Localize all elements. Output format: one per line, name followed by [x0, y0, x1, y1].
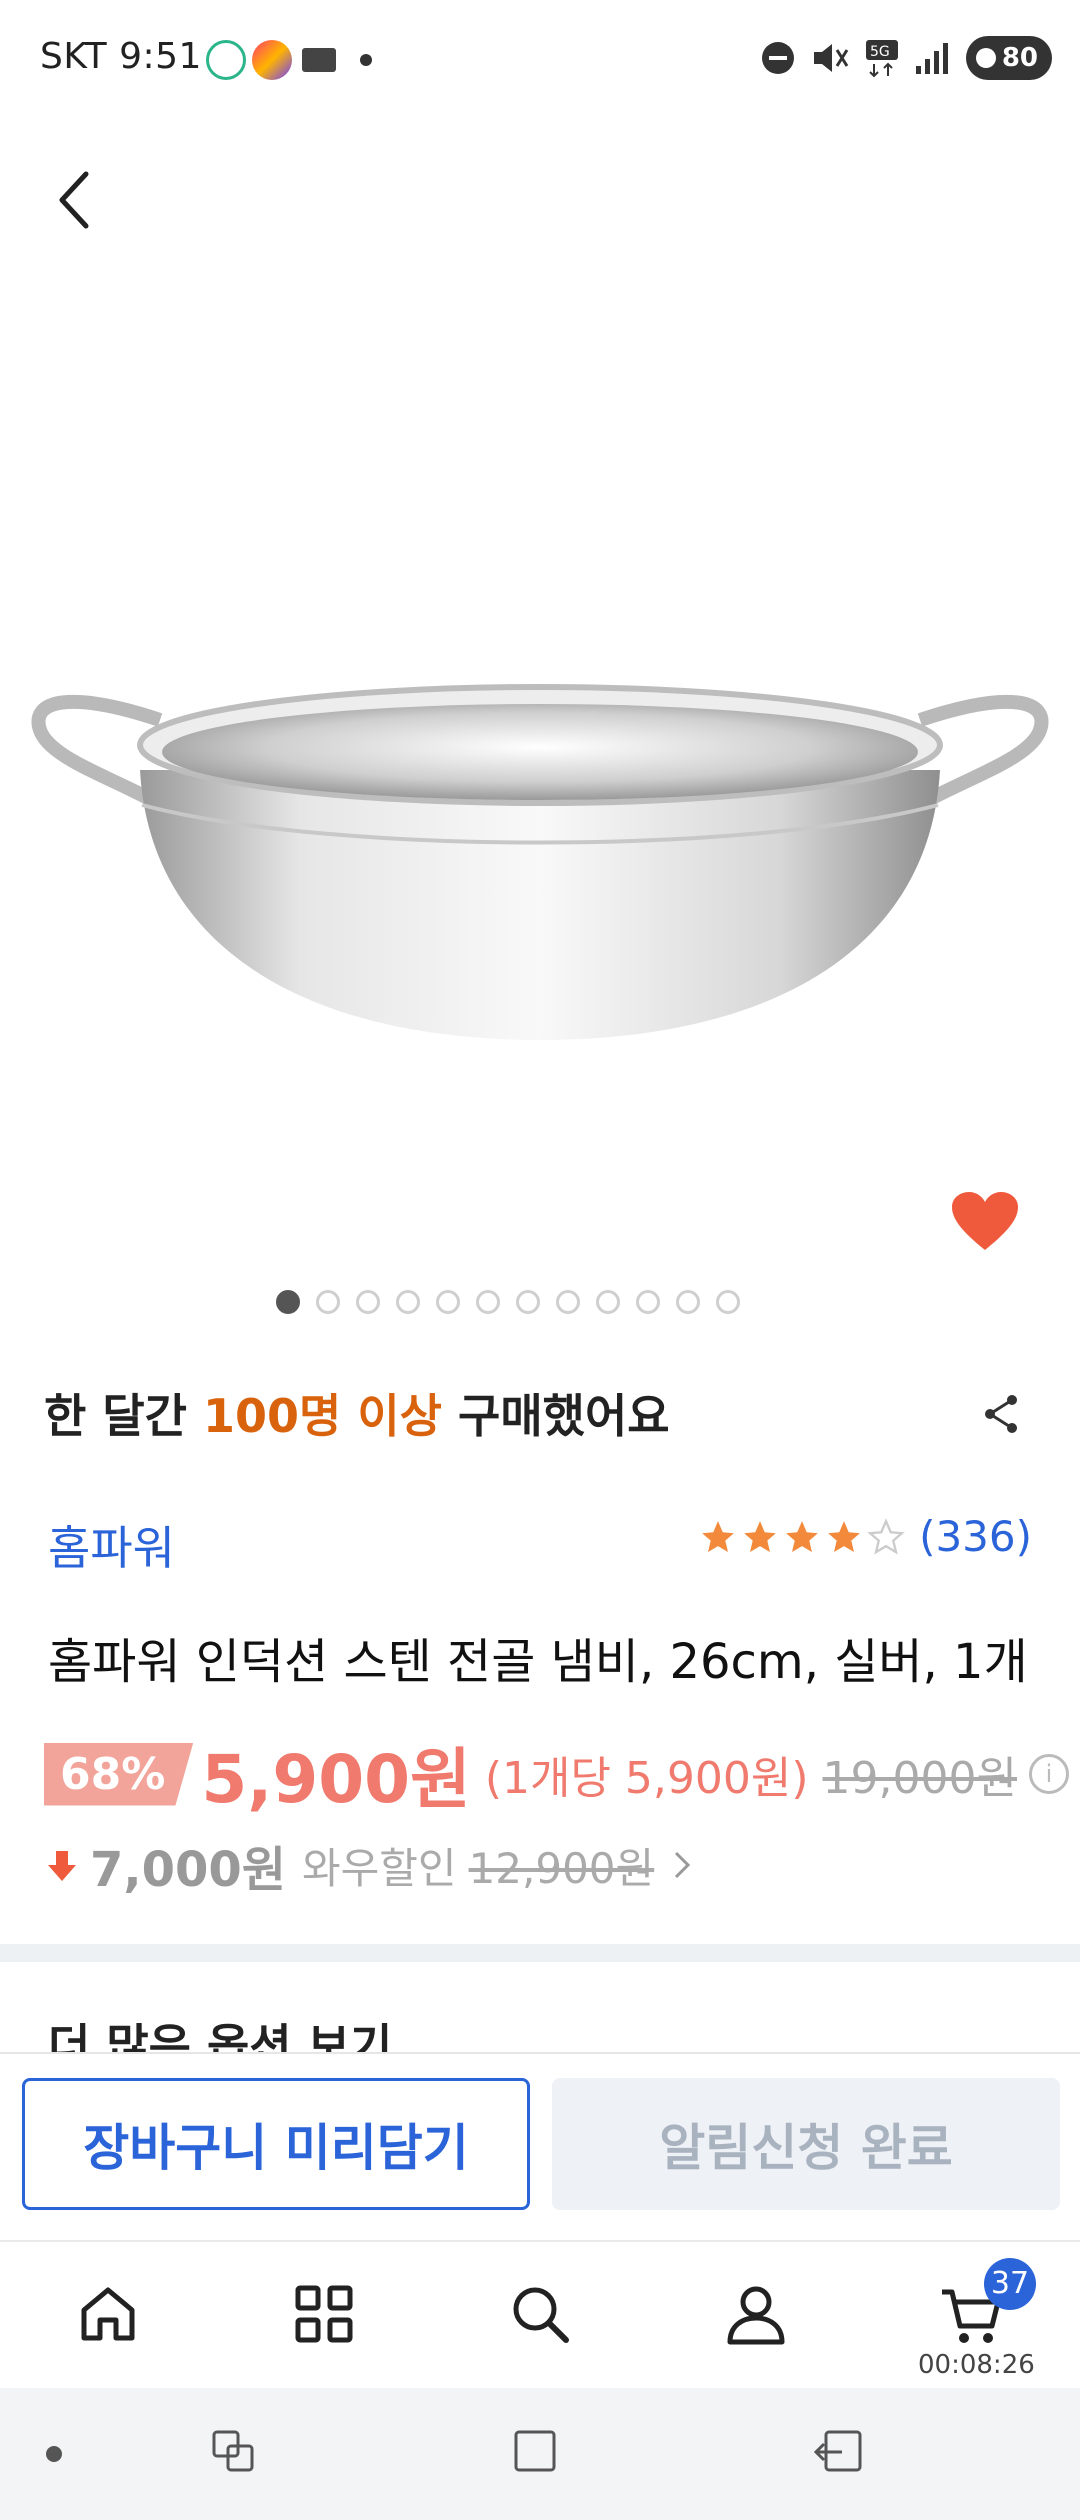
back-button[interactable] — [44, 160, 104, 240]
signal-icon — [915, 43, 948, 74]
page-dot[interactable] — [436, 1290, 460, 1314]
page-dot[interactable] — [636, 1290, 660, 1314]
status-time: SKT 9:51 — [40, 36, 202, 77]
headline-pre: 한 달간 — [44, 1389, 203, 1443]
page-dot[interactable] — [676, 1290, 700, 1314]
share-icon[interactable] — [980, 1392, 1024, 1436]
search-icon[interactable] — [508, 2282, 572, 2346]
page-dot[interactable] — [716, 1290, 740, 1314]
star-empty-icon — [867, 1517, 905, 1554]
purchase-headline: 한 달간 100명 이상 구매했어요 — [44, 1380, 670, 1446]
brand-link[interactable]: 홈파워 — [48, 1512, 175, 1578]
chevron-right-icon — [675, 1851, 691, 1879]
review-count[interactable]: (336) — [919, 1512, 1032, 1561]
discount-badge: 68% — [44, 1742, 194, 1806]
mute-icon — [813, 44, 849, 72]
notify-button[interactable]: 알림신청 완료 — [552, 2078, 1060, 2210]
page-dot[interactable] — [476, 1290, 500, 1314]
page-dot[interactable] — [596, 1290, 620, 1314]
product-title: 홈파워 인덕션 스텐 전골 냄비, 26cm, 실버, 1개 — [48, 1634, 1028, 1690]
headline-post: 구매했어요 — [442, 1389, 670, 1443]
gallery-pagination — [276, 1290, 740, 1314]
battery-icon: 80 — [965, 36, 1052, 80]
system-nav-bar — [0, 2388, 1080, 2520]
back-nav-icon[interactable] — [812, 2428, 866, 2478]
ssg-icon — [252, 40, 292, 80]
page-dot[interactable] — [516, 1290, 540, 1314]
page-dot[interactable] — [396, 1290, 420, 1314]
star-full-icon — [828, 1520, 860, 1552]
coupon-discount: 7,000원 — [90, 1842, 286, 1898]
categories-icon[interactable] — [292, 2282, 356, 2346]
headline-highlight: 100명 이상 — [203, 1389, 442, 1443]
star-full-icon — [702, 1520, 734, 1552]
svg-text:5G: 5G — [870, 44, 890, 60]
home-button-icon[interactable] — [512, 2428, 558, 2474]
more-options-heading[interactable]: 더 많은 옵션 보기 — [48, 2010, 392, 2052]
nav-dot-icon — [46, 2446, 62, 2462]
recent-apps-icon[interactable] — [210, 2428, 260, 2478]
wow-price: 12,900원 — [468, 1843, 655, 1893]
page-dot[interactable] — [316, 1290, 340, 1314]
page-dot[interactable] — [356, 1290, 380, 1314]
home-icon[interactable] — [76, 2282, 140, 2346]
rating[interactable]: (336) — [699, 1512, 1032, 1561]
section-divider — [0, 1944, 1080, 1962]
product-image[interactable] — [30, 620, 1050, 1080]
page-dot[interactable] — [276, 1290, 300, 1314]
battery-level: 80 — [1001, 43, 1038, 73]
price-row: 68% 5,900원 (1개당 5,900원) 19,000원 i — [44, 1734, 1069, 1818]
account-icon[interactable] — [724, 2282, 788, 2346]
star-full-icon — [786, 1520, 818, 1552]
action-bar: 장바구니 미리담기 알림신청 완료 — [0, 2052, 1080, 2240]
status-bar: SKT 9:51 5G 80 — [0, 0, 1080, 120]
5g-icon: 5G — [865, 40, 898, 78]
arrow-down-icon — [48, 1851, 76, 1881]
fork-icon — [206, 40, 246, 80]
wow-label: 와우할인 — [302, 1843, 457, 1893]
cart-count-badge: 37 — [984, 2258, 1036, 2310]
page-dot[interactable] — [556, 1290, 580, 1314]
unit-price: (1개당 5,900원) — [484, 1753, 809, 1804]
star-full-icon — [744, 1520, 776, 1552]
notification-dot-icon — [360, 54, 372, 66]
coupon-row[interactable]: 7,000원 와우할인 12,900원 — [44, 1830, 696, 1900]
dnd-icon — [761, 42, 794, 74]
bottom-nav: 37 00:08:26 — [0, 2240, 1080, 2390]
original-price: 19,000원 — [822, 1753, 1017, 1804]
status-icons: 5G 80 — [760, 36, 1052, 80]
timer: 00:08:26 — [918, 2350, 1035, 2380]
n-plus-icon — [302, 48, 336, 72]
add-to-cart-button[interactable]: 장바구니 미리담기 — [22, 2078, 530, 2210]
heart-icon[interactable] — [950, 1190, 1020, 1254]
info-icon[interactable]: i — [1028, 1754, 1069, 1794]
chevron-left-icon — [59, 171, 89, 229]
sale-price: 5,900원 — [201, 1741, 471, 1818]
